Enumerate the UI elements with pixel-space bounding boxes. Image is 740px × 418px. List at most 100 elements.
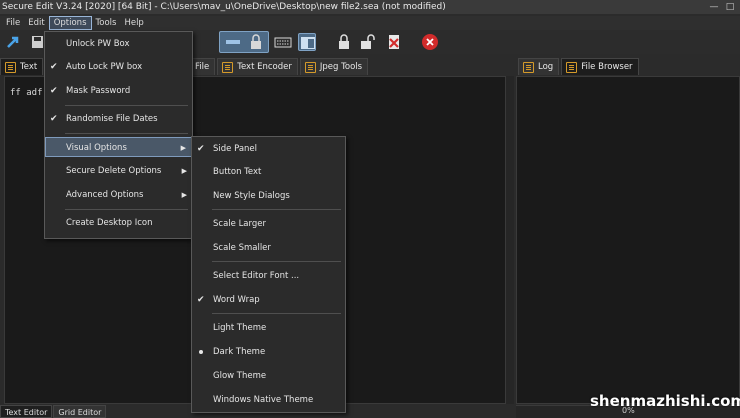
menu-item-randomise-file-dates[interactable]: ✔ Randomise File Dates xyxy=(45,109,192,129)
menu-item-label: Secure Delete Options xyxy=(66,166,162,176)
radio-dot-icon xyxy=(199,350,203,354)
side-panel-tabstrip: Log File Browser xyxy=(518,57,641,75)
menu-item-label: Mask Password xyxy=(66,86,131,96)
lock-icon[interactable] xyxy=(335,33,353,51)
menu-separator xyxy=(65,105,188,106)
menu-item-new-style-dialogs[interactable]: New Style Dialogs xyxy=(192,186,345,206)
tab-file-browser[interactable]: File Browser xyxy=(561,58,639,75)
menu-item-label: Visual Options xyxy=(66,143,127,153)
menu-file[interactable]: File xyxy=(2,16,24,30)
tab-label: Text xyxy=(20,61,38,72)
side-panel-toggle-icon[interactable] xyxy=(298,33,316,51)
menu-item-label: Word Wrap xyxy=(213,295,260,305)
editor-tabstrip: Text xyxy=(0,57,45,75)
check-icon: ✔ xyxy=(50,86,58,96)
check-icon: ✔ xyxy=(50,114,58,124)
jpeg-tools-icon xyxy=(304,61,316,73)
menu-help[interactable]: Help xyxy=(120,16,147,30)
menu-item-mask-password[interactable]: ✔ Mask Password xyxy=(45,81,192,101)
menu-item-label: Create Desktop Icon xyxy=(66,218,153,228)
menu-separator xyxy=(65,209,188,210)
editor-tabstrip-continued: File Text Encoder Jpeg Tools xyxy=(192,57,370,75)
menu-item-label: Advanced Options xyxy=(66,190,144,200)
visual-options-submenu: ✔ Side Panel Button Text New Style Dialo… xyxy=(191,136,346,413)
tab-text-editor[interactable]: Text Editor xyxy=(0,405,53,418)
tab-jpeg-tools[interactable]: Jpeg Tools xyxy=(299,58,369,75)
menu-item-side-panel[interactable]: ✔ Side Panel xyxy=(192,139,345,159)
tab-file[interactable]: File xyxy=(192,58,216,75)
menu-item-label: Unlock PW Box xyxy=(66,39,130,49)
tab-text-encoder[interactable]: Text Encoder xyxy=(217,58,298,75)
menu-item-visual-options[interactable]: Visual Options ▶ xyxy=(45,137,192,157)
menu-item-unlock-pw-box[interactable]: Unlock PW Box xyxy=(45,34,192,54)
file-browser-icon xyxy=(566,61,578,73)
menu-item-label: Side Panel xyxy=(213,144,258,154)
keyboard-icon[interactable] xyxy=(274,33,292,51)
menu-item-label: Scale Larger xyxy=(213,219,266,229)
tab-label: Text Encoder xyxy=(237,61,292,72)
tab-grid-editor[interactable]: Grid Editor xyxy=(53,405,107,418)
menu-bar: File Edit Options Tools Help xyxy=(0,16,740,30)
lock-text-icon[interactable] xyxy=(247,33,265,51)
submenu-arrow-icon: ▶ xyxy=(180,144,186,152)
menu-item-light-theme[interactable]: Light Theme xyxy=(192,318,345,338)
check-icon: ✔ xyxy=(197,295,205,305)
title-bar: Secure Edit V3.24 [2020] [64 Bit] - C:\U… xyxy=(0,0,740,14)
menu-item-label: New Style Dialogs xyxy=(213,191,290,201)
menu-item-label: Windows Native Theme xyxy=(213,395,314,405)
check-icon: ✔ xyxy=(197,144,205,154)
hide-text-icon[interactable] xyxy=(224,33,242,51)
menu-item-dark-theme[interactable]: Dark Theme xyxy=(192,342,345,362)
log-icon xyxy=(523,61,534,73)
editor-text: ff adf xyxy=(10,88,43,98)
tab-label: File Browser xyxy=(581,61,633,72)
menu-item-button-text[interactable]: Button Text xyxy=(192,162,345,182)
submenu-arrow-icon: ▶ xyxy=(181,167,187,175)
watermark: shenmazhishi.com xyxy=(590,392,740,410)
delete-file-icon[interactable] xyxy=(385,33,403,51)
menu-separator xyxy=(65,133,188,134)
menu-item-label: Auto Lock PW box xyxy=(66,62,143,72)
menu-item-word-wrap[interactable]: ✔ Word Wrap xyxy=(192,290,345,310)
menu-item-label: Light Theme xyxy=(213,323,267,333)
menu-edit[interactable]: Edit xyxy=(24,16,48,30)
maximize-button[interactable]: □ xyxy=(724,1,736,13)
menu-separator xyxy=(212,261,341,262)
panel-splitter[interactable] xyxy=(506,76,514,404)
tab-label: File xyxy=(195,61,210,72)
open-file-icon[interactable] xyxy=(5,33,23,51)
minimize-button[interactable]: — xyxy=(708,1,720,13)
check-icon: ✔ xyxy=(50,62,58,72)
menu-options[interactable]: Options xyxy=(48,16,92,30)
text-tab-icon xyxy=(5,61,16,73)
menu-item-label: Randomise File Dates xyxy=(66,114,158,124)
menu-separator xyxy=(212,209,341,210)
menu-item-label: Dark Theme xyxy=(213,347,266,357)
window-title: Secure Edit V3.24 [2020] [64 Bit] - C:\U… xyxy=(2,2,446,12)
text-encoder-icon xyxy=(222,61,234,73)
menu-item-auto-lock-pw-box[interactable]: ✔ Auto Lock PW box xyxy=(45,57,192,77)
menu-item-scale-smaller[interactable]: Scale Smaller xyxy=(192,238,345,258)
menu-item-label: Scale Smaller xyxy=(213,243,271,253)
tab-log[interactable]: Log xyxy=(518,58,560,75)
menu-item-create-desktop-icon[interactable]: Create Desktop Icon xyxy=(45,213,192,233)
options-menu: Unlock PW Box ✔ Auto Lock PW box ✔ Mask … xyxy=(44,31,193,239)
menu-item-label: Glow Theme xyxy=(213,371,267,381)
menu-item-glow-theme[interactable]: Glow Theme xyxy=(192,366,345,386)
bottom-tabstrip: Text Editor Grid Editor xyxy=(0,405,107,418)
menu-item-secure-delete-options[interactable]: Secure Delete Options ▶ xyxy=(45,161,192,181)
tab-text[interactable]: Text xyxy=(0,58,44,75)
menu-item-label: Button Text xyxy=(213,167,262,177)
menu-item-advanced-options[interactable]: Advanced Options ▶ xyxy=(45,185,192,205)
menu-tools[interactable]: Tools xyxy=(92,16,121,30)
menu-item-windows-native-theme[interactable]: Windows Native Theme xyxy=(192,390,345,410)
menu-item-scale-larger[interactable]: Scale Larger xyxy=(192,214,345,234)
submenu-arrow-icon: ▶ xyxy=(181,191,187,199)
close-app-icon[interactable] xyxy=(421,33,439,51)
tab-label: Jpeg Tools xyxy=(319,61,363,72)
menu-item-label: Select Editor Font ... xyxy=(213,271,300,281)
unlock-icon[interactable] xyxy=(359,33,377,51)
menu-item-select-editor-font[interactable]: Select Editor Font ... xyxy=(192,266,345,286)
tab-label: Log xyxy=(538,61,554,72)
side-panel xyxy=(516,76,740,404)
